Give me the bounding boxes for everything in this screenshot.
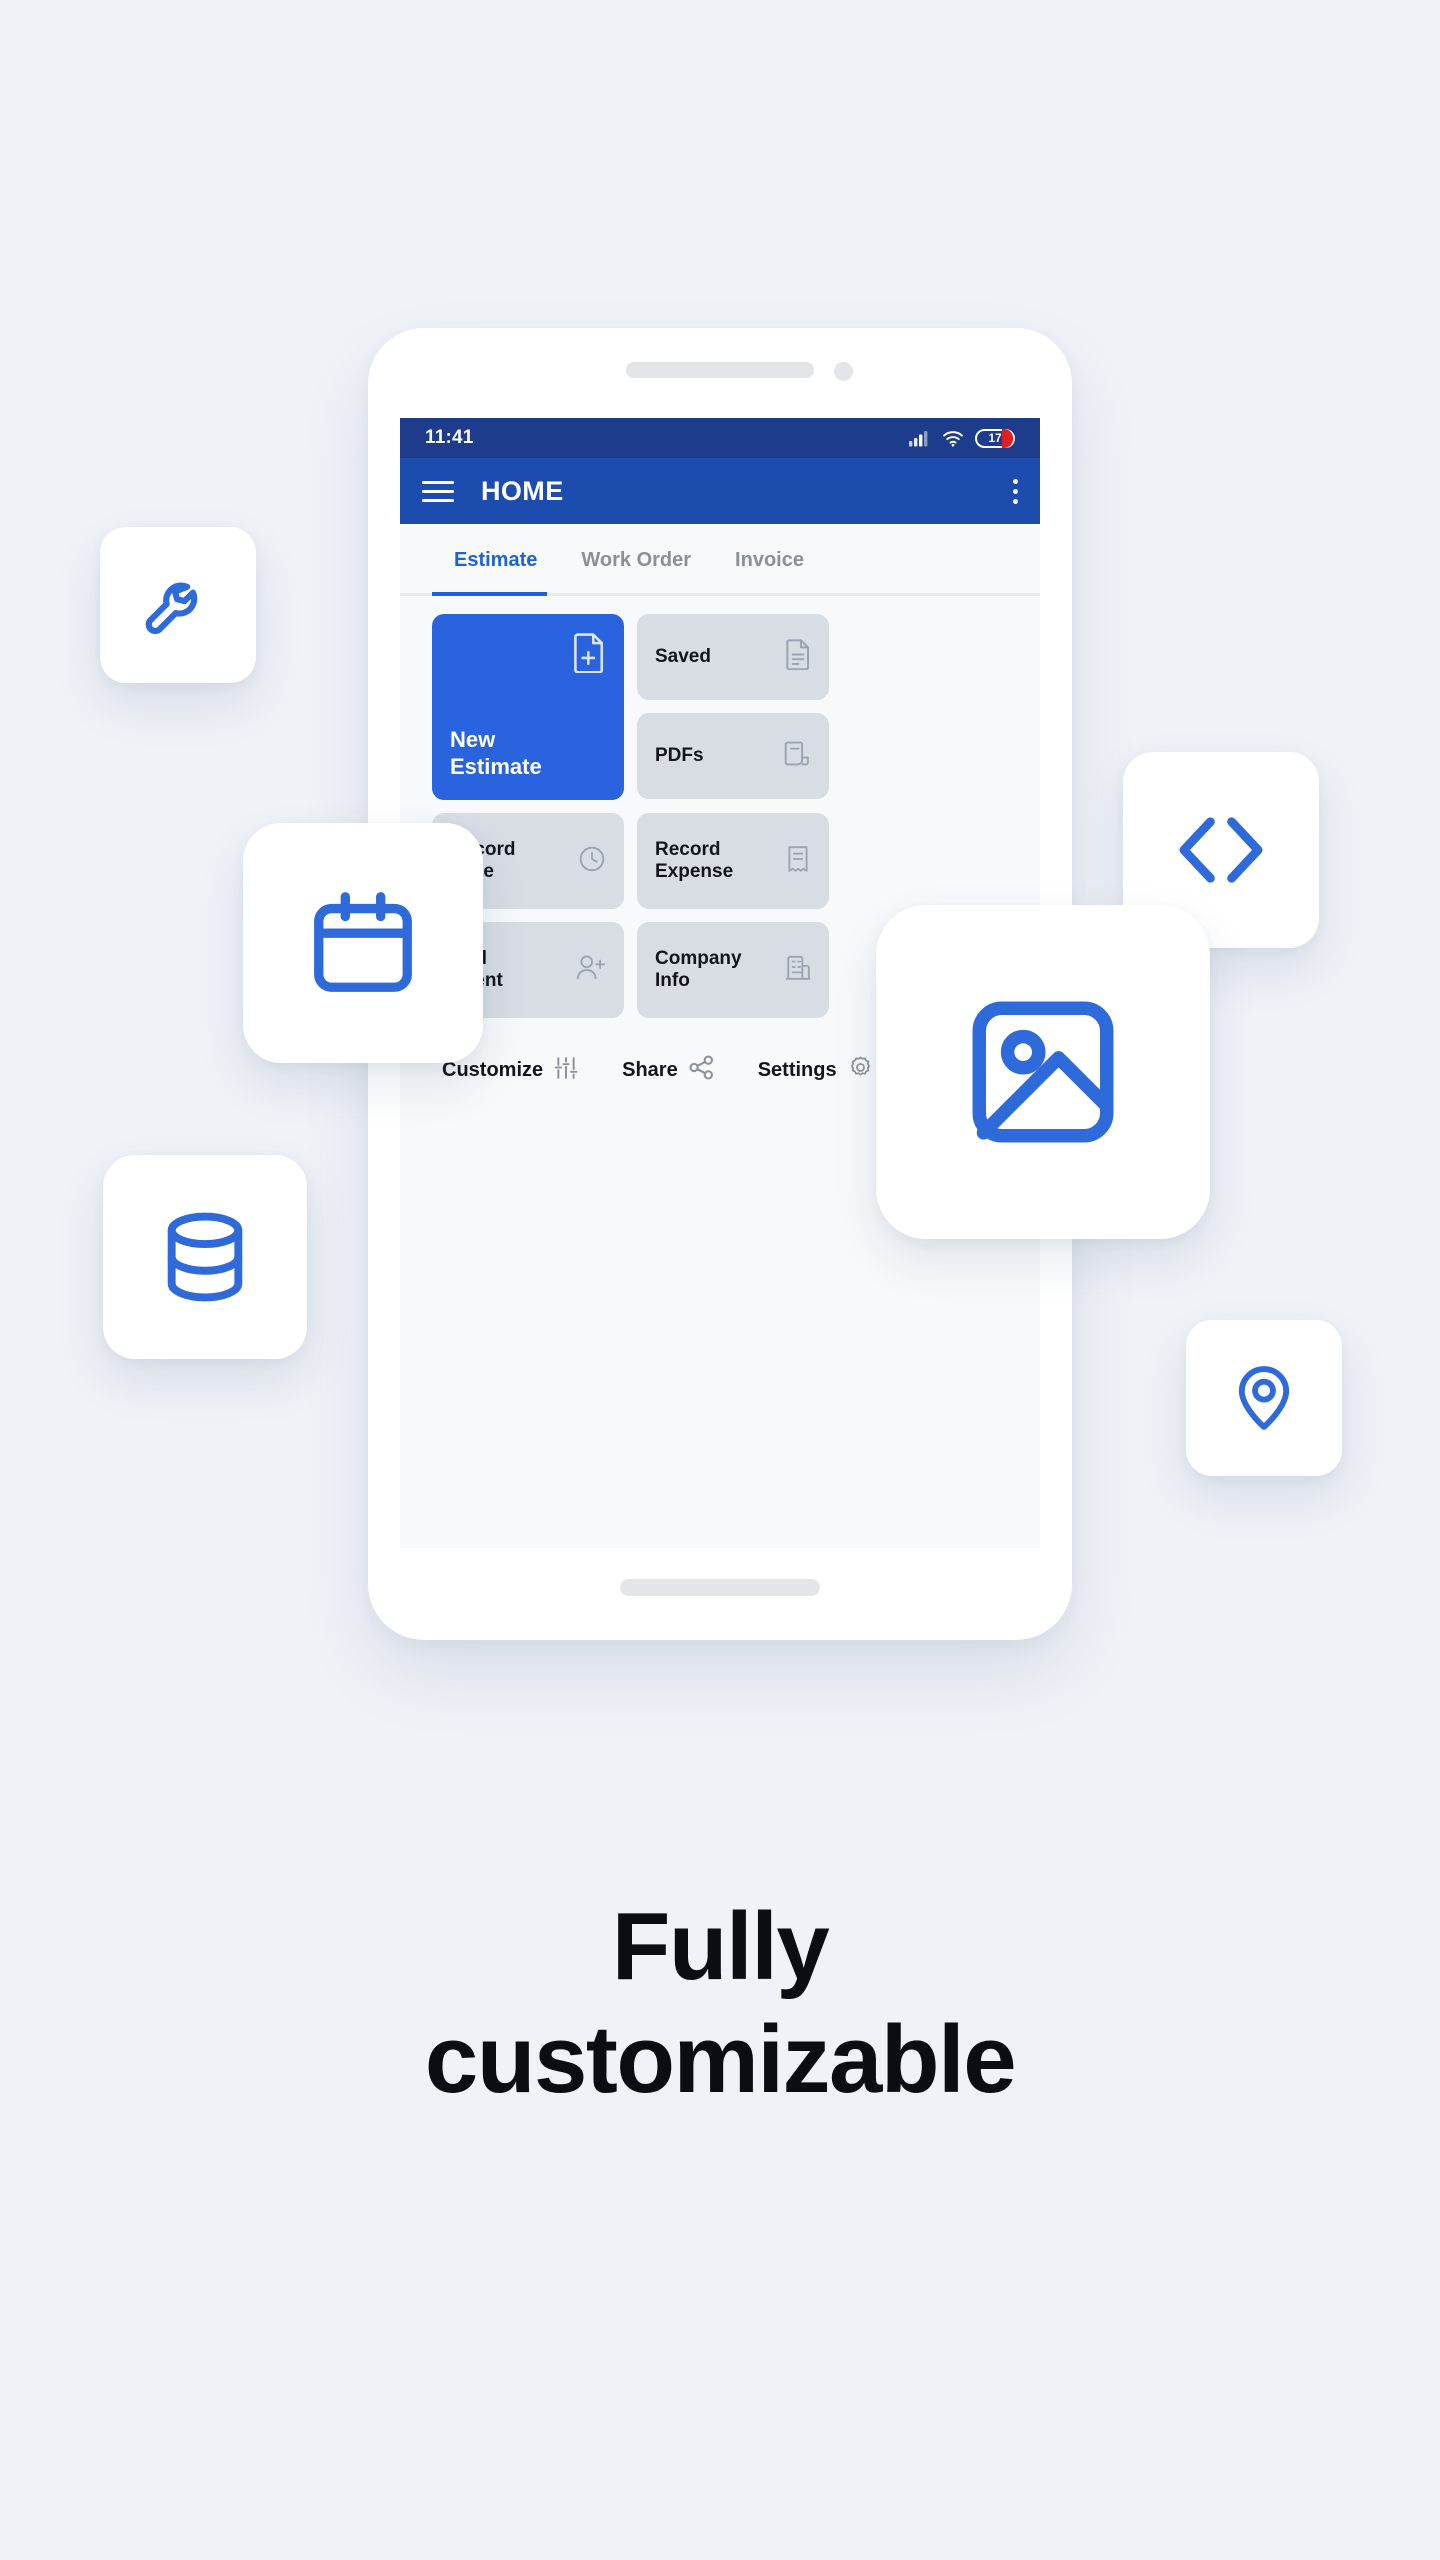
clock-icon	[578, 845, 606, 878]
action-label: Customize	[442, 1058, 544, 1081]
tab-active-underline	[432, 592, 547, 596]
phone-front-camera	[834, 362, 853, 381]
code-brackets-icon	[1179, 817, 1263, 883]
tile-label: Saved	[655, 645, 711, 667]
status-bar-icons: 17	[909, 428, 1015, 448]
database-icon	[167, 1212, 243, 1302]
tile-column-left: New Estimate	[432, 614, 624, 800]
tile-column-right: Record Expense	[637, 813, 829, 909]
action-label: Settings	[757, 1058, 837, 1081]
tile-saved[interactable]: Saved	[637, 614, 829, 700]
user-plus-icon	[576, 954, 606, 986]
share-icon	[689, 1055, 714, 1085]
receipt-icon	[785, 845, 811, 878]
pdf-file-icon	[784, 739, 811, 773]
floating-card-location	[1186, 1320, 1342, 1476]
floating-card-database	[103, 1155, 307, 1359]
battery-level-text: 17	[988, 431, 1002, 445]
tab-invoice[interactable]: Invoice	[713, 549, 826, 572]
headline-line-1: Fully	[611, 1893, 830, 2000]
sliders-icon	[554, 1056, 578, 1085]
promo-screenshot: 11:41 17 HOME Estimate Work Order Invoic…	[0, 0, 1440, 2560]
location-pin-icon	[1238, 1366, 1290, 1430]
tab-bar: Estimate Work Order Invoice	[400, 524, 1040, 596]
tile-company-info[interactable]: Company Info	[637, 922, 829, 1018]
tile-label: PDFs	[655, 744, 704, 766]
app-bar: HOME	[400, 458, 1040, 524]
battery-low-indicator	[1002, 428, 1013, 448]
phone-home-bar	[620, 1579, 820, 1596]
status-bar-time: 11:41	[425, 427, 474, 448]
tile-label: Record Expense	[655, 838, 734, 882]
image-icon	[972, 1001, 1114, 1143]
tile-new-estimate[interactable]: New Estimate	[432, 614, 624, 800]
tab-estimate[interactable]: Estimate	[432, 549, 559, 572]
hamburger-menu-icon[interactable]	[422, 480, 454, 502]
gear-icon	[848, 1055, 873, 1085]
file-text-icon	[785, 639, 811, 675]
floating-card-calendar	[243, 823, 483, 1063]
building-icon	[785, 954, 811, 986]
calendar-icon	[314, 892, 412, 992]
battery-icon: 17	[975, 428, 1015, 448]
floating-card-image	[876, 905, 1210, 1239]
headline-line-2: customizable	[424, 2006, 1017, 2114]
tile-row-2: Record Time Record Expense	[432, 813, 1008, 909]
phone-speaker-grille	[626, 362, 814, 378]
floating-card-wrench	[100, 527, 256, 683]
action-share[interactable]: Share	[622, 1055, 714, 1085]
tab-work-order[interactable]: Work Order	[559, 549, 713, 572]
tile-record-expense[interactable]: Record Expense	[637, 813, 829, 909]
tile-label: New Estimate	[450, 727, 542, 779]
tile-column-right: Company Info	[637, 922, 829, 1018]
headline: Fully customizable	[0, 1890, 1440, 2117]
status-bar: 11:41 17	[400, 418, 1040, 458]
tile-label: Company Info	[655, 947, 742, 991]
action-settings[interactable]: Settings	[758, 1055, 873, 1085]
action-customize[interactable]: Customize	[442, 1056, 578, 1085]
signal-icon	[909, 430, 928, 446]
tile-row-1: New Estimate Saved PDFs	[432, 614, 1008, 800]
tile-column-right: Saved PDFs	[637, 614, 829, 800]
action-label: Share	[622, 1058, 678, 1081]
wrench-icon	[145, 582, 198, 635]
tile-pdfs[interactable]: PDFs	[637, 713, 829, 799]
file-plus-icon	[450, 633, 606, 673]
wifi-icon	[943, 430, 963, 447]
more-vertical-icon[interactable]	[1013, 478, 1018, 504]
page-title: HOME	[481, 475, 564, 506]
